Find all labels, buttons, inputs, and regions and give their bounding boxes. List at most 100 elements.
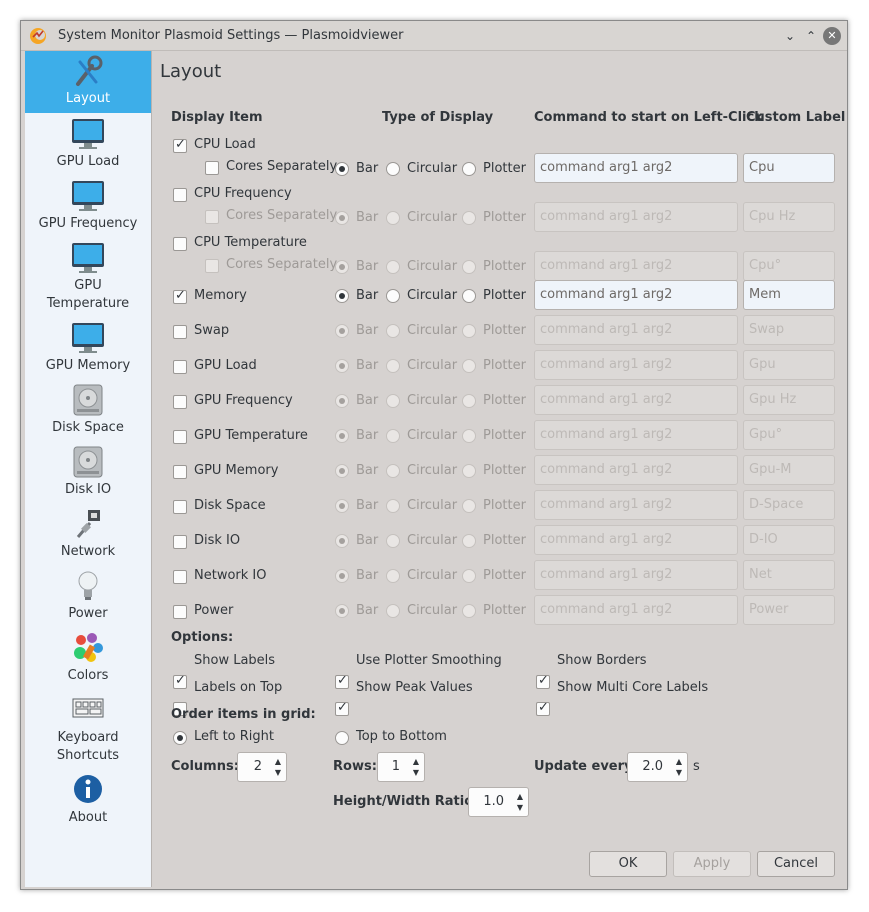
show-labels-checkbox[interactable] (173, 673, 187, 689)
custom-label-input[interactable]: Mem (743, 280, 835, 310)
command-input[interactable]: command arg1 arg2 (534, 350, 738, 380)
command-input[interactable]: command arg1 arg2 (534, 420, 738, 450)
row-checkbox[interactable] (173, 288, 187, 304)
plotter-radio[interactable] (462, 260, 476, 274)
spin-arrows-icon[interactable]: ▲ ▼ (275, 756, 281, 778)
command-input[interactable]: command arg1 arg2 (534, 280, 738, 310)
bar-radio[interactable] (335, 499, 349, 513)
sidebar-item-gpu-memory[interactable]: GPU Memory (25, 321, 151, 375)
command-input[interactable]: command arg1 arg2 (534, 385, 738, 415)
bar-radio[interactable] (335, 534, 349, 548)
sidebar-item-gpu-load[interactable]: GPU Load (25, 117, 151, 171)
sidebar-item-network[interactable]: Network (25, 507, 151, 561)
update-every-spinbox[interactable]: 2.0 ▲ ▼ (627, 752, 688, 782)
custom-label-input[interactable]: Net (743, 560, 835, 590)
row-checkbox[interactable] (173, 325, 187, 339)
left-to-right-radio[interactable] (173, 731, 187, 745)
command-input[interactable]: command arg1 arg2 (534, 560, 738, 590)
sidebar-item-disk-space[interactable]: Disk Space (25, 383, 151, 437)
bar-radio[interactable] (335, 289, 349, 303)
bar-radio[interactable] (335, 394, 349, 408)
spin-arrows-icon[interactable]: ▲ ▼ (676, 756, 682, 778)
plotter-radio[interactable] (462, 394, 476, 408)
row-checkbox[interactable] (173, 188, 187, 202)
row-checkbox[interactable] (173, 500, 187, 514)
sidebar-item-gpu-frequency[interactable]: GPU Frequency (25, 179, 151, 233)
command-input[interactable]: command arg1 arg2 (534, 315, 738, 345)
maximize-button[interactable]: ⌃ (802, 27, 820, 45)
custom-label-input[interactable]: Gpu° (743, 420, 835, 450)
bar-radio[interactable] (335, 604, 349, 618)
row-checkbox[interactable] (173, 395, 187, 409)
spin-arrows-icon[interactable]: ▲ ▼ (517, 791, 523, 813)
ok-button[interactable]: OK (589, 851, 667, 877)
circular-radio[interactable] (386, 499, 400, 513)
command-input[interactable]: command arg1 arg2 (534, 490, 738, 520)
command-input[interactable]: command arg1 arg2 (534, 153, 738, 183)
command-input[interactable]: command arg1 arg2 (534, 525, 738, 555)
circular-radio[interactable] (386, 162, 400, 176)
bar-radio[interactable] (335, 464, 349, 478)
command-input[interactable]: command arg1 arg2 (534, 251, 738, 281)
rows-spinbox[interactable]: 1 ▲ ▼ (377, 752, 425, 782)
circular-radio[interactable] (386, 604, 400, 618)
plotter-radio[interactable] (462, 569, 476, 583)
bar-radio[interactable] (335, 324, 349, 338)
minimize-button[interactable]: ⌄ (781, 27, 799, 45)
custom-label-input[interactable]: Cpu (743, 153, 835, 183)
plotter-radio[interactable] (462, 289, 476, 303)
custom-label-input[interactable]: D-IO (743, 525, 835, 555)
plotter-radio[interactable] (462, 429, 476, 443)
row-checkbox[interactable] (173, 535, 187, 549)
plotter-radio[interactable] (462, 211, 476, 225)
plotter-radio[interactable] (462, 604, 476, 618)
command-input[interactable]: command arg1 arg2 (534, 202, 738, 232)
show-borders-checkbox[interactable] (536, 673, 550, 689)
ratio-spinbox[interactable]: 1.0 ▲ ▼ (468, 787, 529, 817)
title-bar[interactable]: System Monitor Plasmoid Settings — Plasm… (21, 21, 847, 51)
row-checkbox[interactable] (173, 360, 187, 374)
plotter-radio[interactable] (462, 464, 476, 478)
circular-radio[interactable] (386, 534, 400, 548)
bar-radio[interactable] (335, 359, 349, 373)
row-checkbox[interactable] (173, 570, 187, 584)
command-input[interactable]: command arg1 arg2 (534, 455, 738, 485)
cores-separately-checkbox[interactable] (205, 259, 219, 273)
custom-label-input[interactable]: D-Space (743, 490, 835, 520)
bar-radio[interactable] (335, 211, 349, 225)
custom-label-input[interactable]: Cpu Hz (743, 202, 835, 232)
circular-radio[interactable] (386, 260, 400, 274)
sidebar-item-layout[interactable]: Layout (25, 51, 151, 113)
sidebar-item-colors[interactable]: Colors (25, 631, 151, 685)
plotter-radio[interactable] (462, 499, 476, 513)
row-checkbox[interactable] (173, 137, 187, 153)
custom-label-input[interactable]: Gpu (743, 350, 835, 380)
sidebar-item-gpu-temperature[interactable]: GPU Temperature (25, 241, 151, 313)
bar-radio[interactable] (335, 569, 349, 583)
custom-label-input[interactable]: Cpu° (743, 251, 835, 281)
plotter-radio[interactable] (462, 324, 476, 338)
show-peak-values-checkbox[interactable] (335, 700, 349, 716)
sidebar-item-about[interactable]: About (25, 773, 151, 827)
sidebar-item-keyboard-shortcuts[interactable]: Keyboard Shortcuts (25, 693, 151, 765)
apply-button[interactable]: Apply (673, 851, 751, 877)
circular-radio[interactable] (386, 211, 400, 225)
show-multi-core-labels-checkbox[interactable] (536, 700, 550, 716)
use-plotter-smoothing-checkbox[interactable] (335, 673, 349, 689)
custom-label-input[interactable]: Gpu-M (743, 455, 835, 485)
plotter-radio[interactable] (462, 162, 476, 176)
circular-radio[interactable] (386, 569, 400, 583)
columns-spinbox[interactable]: 2 ▲ ▼ (237, 752, 287, 782)
bar-radio[interactable] (335, 260, 349, 274)
plotter-radio[interactable] (462, 359, 476, 373)
custom-label-input[interactable]: Swap (743, 315, 835, 345)
close-button[interactable]: ✕ (823, 27, 841, 45)
command-input[interactable]: command arg1 arg2 (534, 595, 738, 625)
cancel-button[interactable]: Cancel (757, 851, 835, 877)
circular-radio[interactable] (386, 394, 400, 408)
sidebar-item-power[interactable]: Power (25, 569, 151, 623)
circular-radio[interactable] (386, 289, 400, 303)
bar-radio[interactable] (335, 162, 349, 176)
row-checkbox[interactable] (173, 465, 187, 479)
cores-separately-checkbox[interactable] (205, 210, 219, 224)
